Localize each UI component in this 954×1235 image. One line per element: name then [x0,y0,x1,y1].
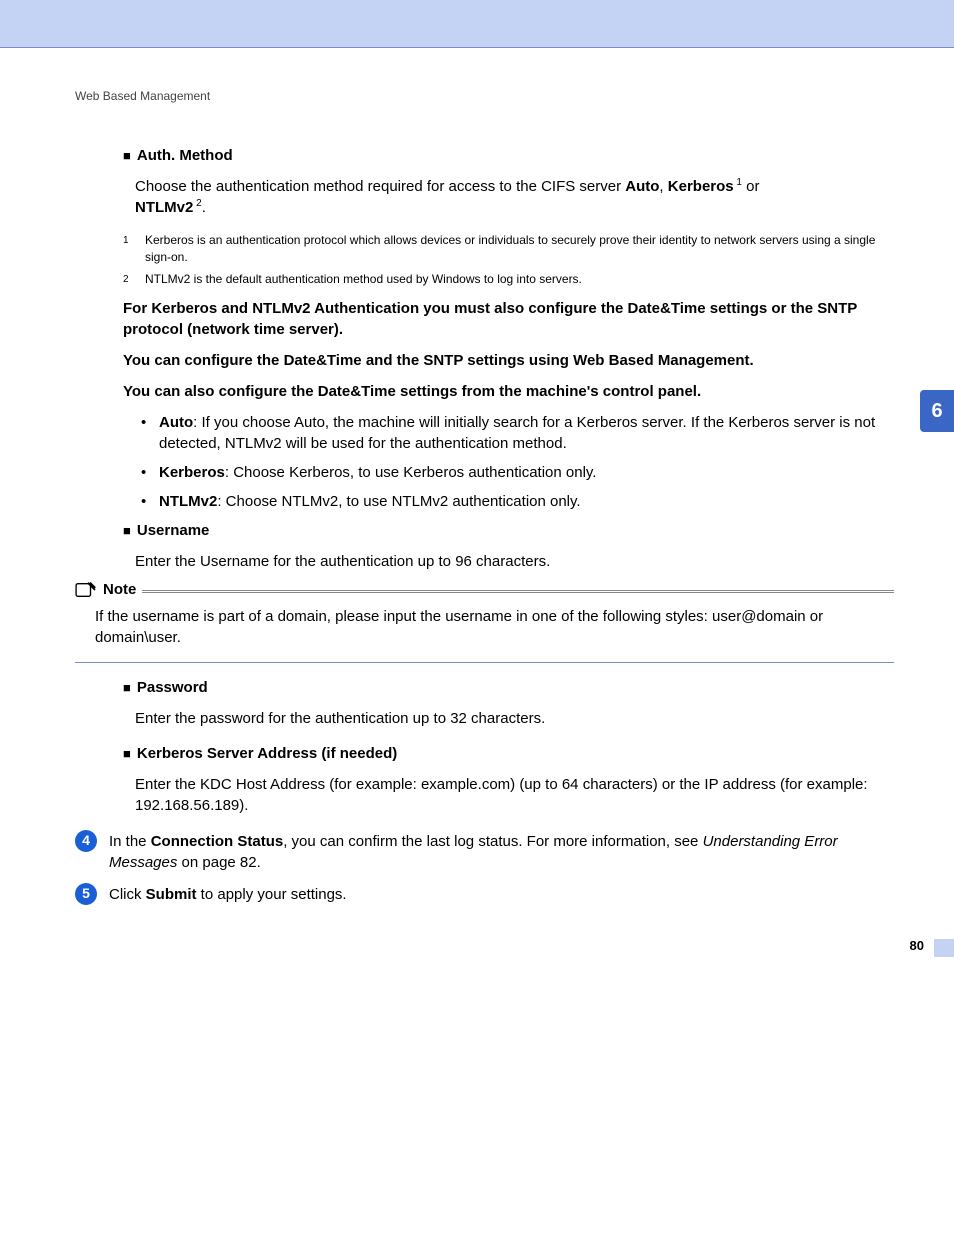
bullet-ntlmv2: • NTLMv2: Choose NTLMv2, to use NTLMv2 a… [141,491,884,512]
password-heading: ■ Password [123,677,894,698]
text: . [202,199,206,216]
step-5-body: Click Submit to apply your settings. [109,883,884,905]
note-text: If the username is part of a domain, ple… [95,606,884,648]
auth-method-heading: ■ Auth. Method [123,145,894,166]
step-number-icon: 4 [75,830,97,852]
text: In the [109,833,151,850]
note-rule [142,592,894,593]
footnote-ref-2: 2 [193,198,201,209]
page-content: Web Based Management ■ Auth. Method Choos… [0,48,954,975]
bullet-kerberos: • Kerberos: Choose Kerberos, to use Kerb… [141,462,884,483]
text: NTLMv2 [135,199,193,216]
username-heading: ■ Username [123,520,894,541]
bullet-text: NTLMv2: Choose NTLMv2, to use NTLMv2 aut… [159,491,581,512]
text: to apply your settings. [197,886,347,903]
text: , [659,178,667,195]
ksa-heading: ■ Kerberos Server Address (if needed) [123,743,894,764]
auth-method-intro: Choose the authentication method require… [135,176,884,218]
text: Kerberos [668,178,734,195]
bullet-auto: • Auto: If you choose Auto, the machine … [141,412,884,454]
text: or [742,178,760,195]
ksa-suffix: (if needed) [317,745,397,762]
bullet-icon: • [141,412,159,454]
text: Submit [146,886,197,903]
text: Connection Status [151,833,284,850]
footnote-num: 2 [123,271,145,288]
bullet-text: Auto: If you choose Auto, the machine wi… [159,412,884,454]
footnote-num: 1 [123,232,145,266]
chapter-tab: 6 [920,390,954,432]
text: NTLMv2 [159,493,217,510]
username-text: Enter the Username for the authenticatio… [135,551,884,572]
bullet-text: Kerberos: Choose Kerberos, to use Kerber… [159,462,596,483]
step-5: 5 Click Submit to apply your settings. [75,883,884,905]
square-bullet-icon: ■ [123,679,131,697]
text: Kerberos [159,464,225,481]
ksa-title: Kerberos Server Address [137,745,317,762]
top-bar [0,0,954,48]
square-bullet-icon: ■ [123,522,131,540]
password-title: Password [137,679,208,696]
text: : Choose NTLMv2, to use NTLMv2 authentic… [217,493,580,510]
note-heading: Note [75,579,142,600]
auth-method-title: Auth. Method [137,147,233,164]
running-head: Web Based Management [75,88,894,105]
text: Click [109,886,146,903]
step-4: 4 In the Connection Status, you can conf… [75,830,884,873]
password-text: Enter the password for the authenticatio… [135,708,884,729]
bold-para-3: You can also configure the Date&Time set… [123,381,884,402]
footnote-2: 2 NTLMv2 is the default authentication m… [123,271,884,288]
note-icon [75,581,97,599]
text: on page 82. [177,854,260,871]
note-block: Note If the username is part of a domain… [75,590,894,663]
bullet-icon: • [141,491,159,512]
text: , you can confirm the last log status. F… [283,833,702,850]
step-4-body: In the Connection Status, you can confir… [109,830,884,873]
footnote-1: 1 Kerberos is an authentication protocol… [123,232,884,266]
bullet-icon: • [141,462,159,483]
step-number-icon: 5 [75,883,97,905]
note-title: Note [103,579,136,600]
text: : Choose Kerberos, to use Kerberos authe… [225,464,597,481]
square-bullet-icon: ■ [123,147,131,165]
username-title: Username [137,522,210,539]
page-number: 80 [910,937,924,955]
bold-para-2: You can configure the Date&Time and the … [123,350,884,371]
footnote-ref-1: 1 [734,177,742,188]
square-bullet-icon: ■ [123,745,131,763]
text: : If you choose Auto, the machine will i… [159,414,875,452]
text: Choose the authentication method require… [135,178,625,195]
text: Auto [159,414,193,431]
ksa-text: Enter the KDC Host Address (for example:… [135,774,884,816]
bold-para-1: For Kerberos and NTLMv2 Authentication y… [123,298,884,340]
footnote-text: Kerberos is an authentication protocol w… [145,232,884,266]
page-number-bar [934,939,954,957]
footnote-text: NTLMv2 is the default authentication met… [145,271,884,288]
text: Auto [625,178,659,195]
